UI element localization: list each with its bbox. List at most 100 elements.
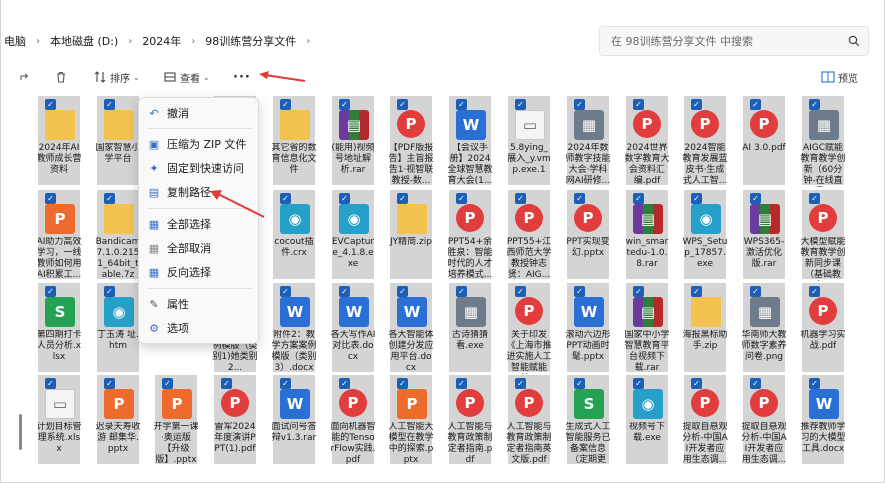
file-item[interactable]: ✓ P AI助力高效学习，一线教师如何用AI积累工...	[38, 190, 82, 280]
file-item[interactable]: ✓ P AI 3.0.pdf	[742, 96, 786, 185]
checkbox-checked-icon[interactable]: ✓	[633, 286, 644, 297]
file-item[interactable]: ✓ P 提取自悬观分析-中国AI开发者应用生态调...	[741, 375, 787, 464]
file-item[interactable]: ✓ W 附件2：教学方案案例模版（类别3）.docx	[271, 283, 317, 373]
checkbox-checked-icon[interactable]: ✓	[339, 286, 350, 297]
checkbox-checked-icon[interactable]: ✓	[456, 193, 467, 204]
checkbox-checked-icon[interactable]: ✓	[397, 193, 408, 204]
scrollbar-thumb[interactable]	[19, 414, 22, 450]
checkbox-checked-icon[interactable]: ✓	[221, 378, 232, 389]
checkbox-checked-icon[interactable]: ✓	[574, 378, 585, 389]
file-item[interactable]: ✓ ▦ 2024年数师教字技能大会·学科网AI研修...	[565, 96, 611, 186]
view-button[interactable]: 查看 ⌄	[163, 66, 210, 88]
file-item[interactable]: ✓ P 开学第一课·奥运版【升级版】.pptx	[153, 375, 199, 464]
file-item[interactable]: ✓ P 人工智能与教育政策制定者指南.pdf	[447, 375, 493, 464]
checkbox-checked-icon[interactable]: ✓	[397, 378, 408, 389]
file-item[interactable]: ✓ W 推荐教师学习的大模型工具.docx	[800, 375, 846, 464]
file-item[interactable]: ✓ P 机器学习实战.pdf	[800, 283, 846, 372]
file-item[interactable]: ✓ ▤ 国家中小学智慧教育平台视频下载.rar	[624, 283, 670, 373]
checkbox-checked-icon[interactable]: ✓	[456, 99, 467, 110]
preview-pane-button[interactable]: 预览	[821, 66, 858, 88]
checkbox-checked-icon[interactable]: ✓	[633, 99, 644, 110]
checkbox-checked-icon[interactable]: ✓	[397, 286, 408, 297]
checkbox-checked-icon[interactable]: ✓	[574, 99, 585, 110]
file-item[interactable]: ✓ P PPT54+余胜泉：智能时代的人才培养模式...	[447, 190, 493, 280]
file-item[interactable]: ✓ ▤ win_smartedu-1.0.8.rar	[626, 190, 668, 279]
file-item[interactable]: ✓ P 提取自悬观分析-中国AI开发者应用生态调...	[682, 375, 728, 464]
checkbox-checked-icon[interactable]: ✓	[809, 99, 820, 110]
checkbox-checked-icon[interactable]: ✓	[45, 286, 56, 297]
checkbox-checked-icon[interactable]: ✓	[456, 286, 467, 297]
file-item[interactable]: ✓ ◉ cocout插件.crx	[273, 190, 315, 279]
file-item[interactable]: ✓ ◉ 丁玉涛 址.htm	[97, 283, 139, 372]
file-item[interactable]: ✓ P 【PDF版报告】主旨报告1·视智联教授-数...	[388, 96, 434, 186]
file-item[interactable]: ✓ ▦ 古诗猜猜看.exe	[449, 283, 491, 372]
file-item[interactable]: ✓ P 人工智能与教育政策制定者指南英文版.pdf	[506, 375, 552, 464]
file-item[interactable]: ✓ P PPT实现变幻.pptx	[566, 190, 610, 279]
file-item[interactable]: ✓ W 各大写作AI对比表.docx	[331, 283, 375, 372]
file-item[interactable]: ✓ 2024年AI教师成长营资料	[38, 96, 82, 185]
more-options-button[interactable]: ···	[233, 66, 251, 88]
file-item[interactable]: ✓ P 面向机器智能的TensorFlow实践.pdf	[330, 375, 376, 464]
checkbox-checked-icon[interactable]: ✓	[104, 99, 115, 110]
file-item[interactable]: ✓ P PPT55+江西师范大学教授钟志贤：AIG...	[506, 190, 552, 280]
breadcrumb-disk[interactable]: 本地磁盘 (D:)	[47, 33, 121, 49]
checkbox-checked-icon[interactable]: ✓	[691, 193, 702, 204]
checkbox-checked-icon[interactable]: ✓	[104, 378, 115, 389]
checkbox-checked-icon[interactable]: ✓	[750, 193, 761, 204]
menu-item-invert-selection[interactable]: ▦ 反向选择	[139, 261, 260, 283]
checkbox-checked-icon[interactable]: ✓	[45, 193, 56, 204]
search-input[interactable]: 在 98训练营分享文件 中搜索	[599, 26, 869, 56]
checkbox-checked-icon[interactable]: ✓	[339, 99, 350, 110]
file-item[interactable]: ✓▦AIGC赋能教育教学创新（60分钟-在线直播...	[800, 96, 846, 186]
checkbox-checked-icon[interactable]: ✓	[809, 193, 820, 204]
checkbox-checked-icon[interactable]: ✓	[162, 378, 173, 389]
file-item[interactable]: ✓ 海报黑标助手.zip	[682, 283, 728, 372]
checkbox-checked-icon[interactable]: ✓	[691, 286, 702, 297]
checkbox-checked-icon[interactable]: ✓	[104, 286, 115, 297]
delete-button[interactable]	[54, 66, 68, 88]
breadcrumb-folder[interactable]: 98训练营分享文件	[202, 33, 299, 49]
file-item[interactable]: ✓ ▦ 华南师大教师数字素养问卷.png	[741, 283, 787, 372]
file-item[interactable]: ✓ ▤ WPS365-激活优化版.rar	[743, 190, 785, 279]
file-item[interactable]: ✓ P 2024世界数字教育大会资料汇编.pdf	[624, 96, 670, 186]
file-item[interactable]: ✓ W 各大智能体创建分发应用平台.docx	[388, 283, 434, 373]
checkbox-checked-icon[interactable]: ✓	[633, 378, 644, 389]
checkbox-checked-icon[interactable]: ✓	[750, 378, 761, 389]
address-bar[interactable]: 电脑 › 本地磁盘 (D:) › 2024年 › 98训练营分享文件 ›	[1, 26, 591, 56]
file-item[interactable]: ✓ P 雷军2024年度演讲PPT(1).pdf	[214, 375, 256, 464]
checkbox-checked-icon[interactable]: ✓	[691, 378, 702, 389]
checkbox-checked-icon[interactable]: ✓	[45, 378, 56, 389]
menu-item-pin[interactable]: ✦ 固定到快速访问	[139, 157, 260, 179]
checkbox-checked-icon[interactable]: ✓	[339, 193, 350, 204]
file-item[interactable]: ✓ 国家智慧小学平台	[95, 96, 141, 185]
file-item[interactable]: ✓P 大模型赋能教育教学创新同步课（基础教育...	[800, 190, 846, 280]
checkbox-checked-icon[interactable]: ✓	[515, 193, 526, 204]
file-item[interactable]: ✓ S 第四期打卡人员分析.xlsx	[38, 283, 82, 372]
breadcrumb-year[interactable]: 2024年	[139, 33, 184, 49]
checkbox-checked-icon[interactable]: ✓	[574, 193, 585, 204]
file-item[interactable]: ✓ ◉ 视频号下载.exe	[626, 375, 668, 464]
checkbox-checked-icon[interactable]: ✓	[750, 286, 761, 297]
checkbox-checked-icon[interactable]: ✓	[280, 378, 291, 389]
file-item[interactable]: ✓ W 滚动六边形PPT动画时髦.pptx	[565, 283, 611, 372]
checkbox-checked-icon[interactable]: ✓	[750, 99, 761, 110]
checkbox-checked-icon[interactable]: ✓	[397, 99, 408, 110]
file-item[interactable]: ✓ P 迟录天寿收游 邮集华.pptx	[95, 375, 141, 464]
file-item[interactable]: ✓ Bandicam 7.1.0.2151_64bit_table.7z	[96, 190, 140, 280]
checkbox-checked-icon[interactable]: ✓	[456, 378, 467, 389]
checkbox-checked-icon[interactable]: ✓	[45, 99, 56, 110]
file-item[interactable]: ✓ 其它省的数育信息化文件	[271, 96, 317, 185]
file-item[interactable]: ✓ ▭ 计划目标管理系统.xlsx	[38, 375, 82, 464]
checkbox-checked-icon[interactable]: ✓	[633, 193, 644, 204]
breadcrumb-computer[interactable]: 电脑	[1, 33, 29, 49]
menu-item-options[interactable]: ⚙ 选项	[139, 317, 260, 339]
checkbox-checked-icon[interactable]: ✓	[280, 286, 291, 297]
share-button[interactable]	[19, 66, 31, 88]
checkbox-checked-icon[interactable]: ✓	[691, 99, 702, 110]
menu-item-properties[interactable]: ✎ 属性	[139, 293, 260, 315]
checkbox-checked-icon[interactable]: ✓	[809, 378, 820, 389]
file-item[interactable]: ✓S生成式人工智能服务已备案信息（定期更新...	[565, 375, 611, 464]
checkbox-checked-icon[interactable]: ✓	[104, 193, 115, 204]
checkbox-checked-icon[interactable]: ✓	[339, 378, 350, 389]
file-item[interactable]: ✓ W 面试问号答辩v1.3.rar	[271, 375, 317, 464]
